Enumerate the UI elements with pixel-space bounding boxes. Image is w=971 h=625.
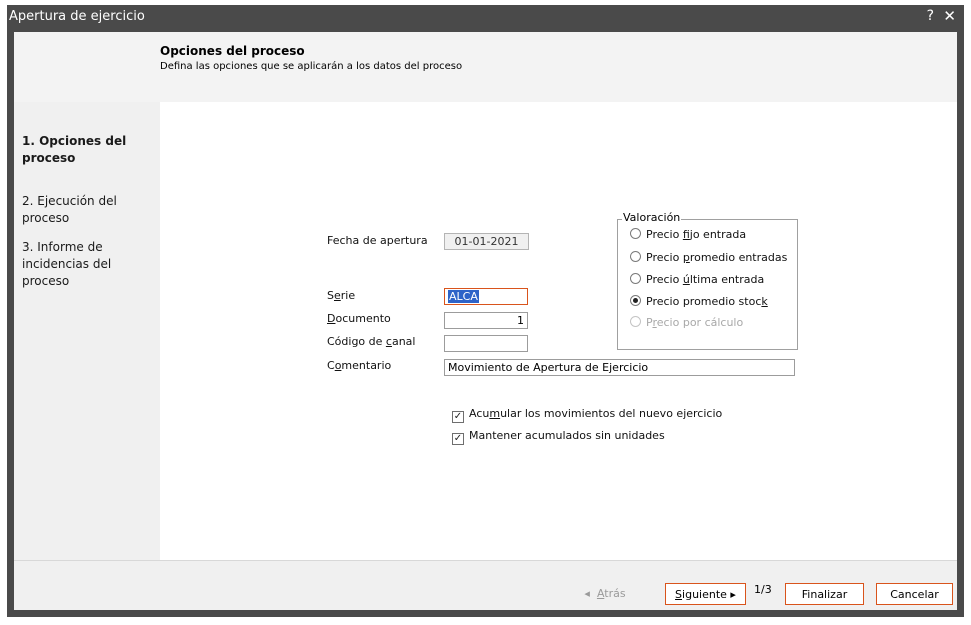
documento-label: Documento xyxy=(327,312,391,325)
checkbox-mantener-acumulados[interactable]: ✓ Mantener acumulados sin unidades xyxy=(452,429,665,445)
radio-precio-ultima-entrada[interactable]: Precio última entrada xyxy=(630,273,764,286)
step-content: Fecha de apertura 01-01-2021 Serie ALCA … xyxy=(160,102,957,560)
finish-button[interactable]: Finalizar xyxy=(785,583,864,605)
chevron-left-icon: ◂ xyxy=(584,587,590,600)
step-item-ejecucion[interactable]: 2. Ejecución del proceso xyxy=(22,193,152,227)
radio-icon xyxy=(630,228,641,239)
checkmark-icon: ✓ xyxy=(452,433,464,445)
cancel-button[interactable]: Cancelar xyxy=(876,583,953,605)
radio-icon xyxy=(630,273,641,284)
radio-precio-por-calculo: Precio por cálculo xyxy=(630,316,743,329)
radio-precio-promedio-stock[interactable]: Precio promedio stock xyxy=(630,295,768,308)
checkmark-icon: ✓ xyxy=(452,411,464,423)
valoracion-legend: Valoración xyxy=(622,211,682,224)
close-icon[interactable]: ✕ xyxy=(943,7,956,25)
wizard-window: Apertura de ejercicio ? ✕ Opciones del p… xyxy=(7,5,964,617)
back-button[interactable]: ◂ Atrás xyxy=(570,583,640,605)
radio-precio-fijo-entrada[interactable]: Precio fijo entrada xyxy=(630,228,746,241)
codigo-canal-input[interactable] xyxy=(444,335,528,352)
radio-checked-icon xyxy=(630,295,641,306)
comentario-label: Comentario xyxy=(327,359,392,372)
wizard-footer: ◂ Atrás Siguiente ▸ 1/3 Finalizar Cancel… xyxy=(14,560,957,610)
serie-label: Serie xyxy=(327,289,356,302)
radio-icon xyxy=(630,251,641,262)
fecha-apertura-field: 01-01-2021 xyxy=(444,233,529,250)
radio-precio-promedio-entradas[interactable]: Precio promedio entradas xyxy=(630,251,787,264)
step-item-opciones[interactable]: 1. Opciones del proceso xyxy=(22,133,152,167)
page-indicator: 1/3 xyxy=(754,583,772,596)
radio-icon xyxy=(630,316,641,327)
serie-input-value: ALCA xyxy=(448,290,479,303)
step-item-informe[interactable]: 3. Informe de incidencias del proceso xyxy=(22,239,152,290)
steps-sidebar: 1. Opciones del proceso 2. Ejecución del… xyxy=(14,102,160,560)
next-button[interactable]: Siguiente ▸ xyxy=(665,583,746,605)
fecha-apertura-label: Fecha de apertura xyxy=(327,234,428,247)
codigo-canal-label: Código de canal xyxy=(327,335,416,348)
step-title: Opciones del proceso xyxy=(160,44,305,58)
help-icon[interactable]: ? xyxy=(927,8,934,24)
window-title: Apertura de ejercicio xyxy=(9,9,145,24)
chevron-right-icon: ▸ xyxy=(730,588,736,601)
documento-input[interactable]: 1 xyxy=(444,312,528,329)
wizard-client: Opciones del proceso Defina las opciones… xyxy=(14,32,957,610)
comentario-input[interactable]: Movimiento de Apertura de Ejercicio xyxy=(444,359,795,376)
step-header: Opciones del proceso Defina las opciones… xyxy=(14,32,957,102)
serie-input[interactable]: ALCA xyxy=(444,288,528,305)
title-bar: Apertura de ejercicio ? ✕ xyxy=(7,5,964,32)
checkbox-acumular-movimientos[interactable]: ✓ Acumular los movimientos del nuevo ejer… xyxy=(452,407,722,423)
step-subtitle: Defina las opciones que se aplicarán a l… xyxy=(160,61,463,72)
